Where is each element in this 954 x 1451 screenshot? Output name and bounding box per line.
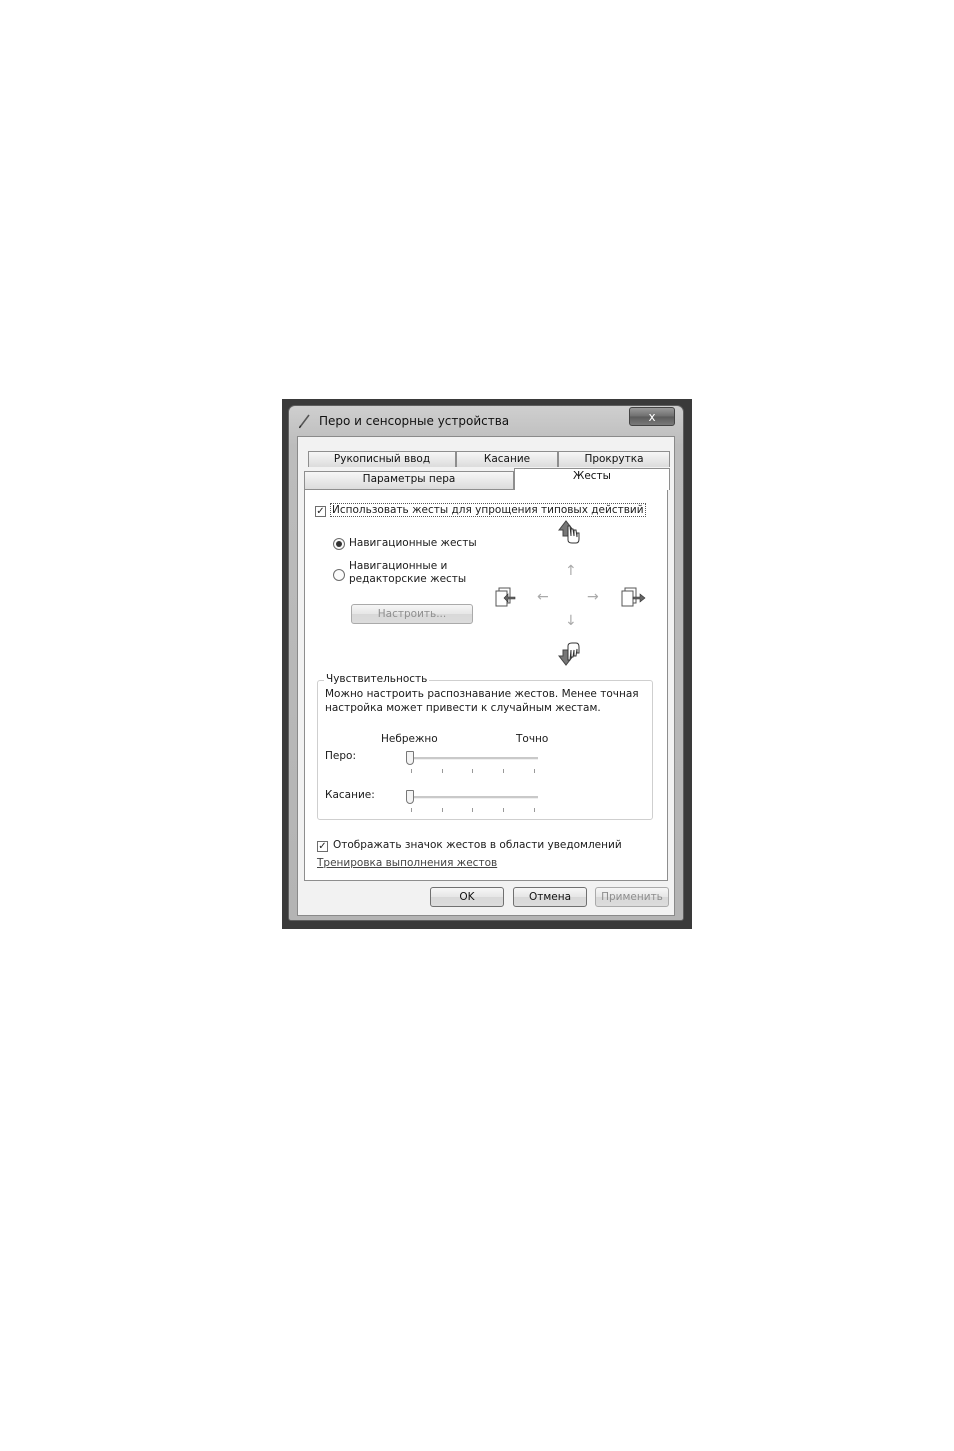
pen-slider-tick: [472, 769, 473, 773]
pen-icon: [298, 414, 310, 429]
hand-down-icon: [557, 642, 580, 666]
touch-slider-thumb[interactable]: [406, 790, 414, 804]
tab-touch[interactable]: Касание: [456, 451, 558, 467]
show-gesture-icon-label[interactable]: Отображать значок жестов в области уведо…: [333, 839, 622, 851]
gesture-illustration: ↑ ← → ↓: [495, 510, 655, 670]
tab-gestures[interactable]: Жесты: [514, 468, 670, 490]
arrow-left-icon: ←: [537, 589, 549, 605]
pen-slider-label: Перо:: [325, 750, 356, 762]
touch-slider-tick: [503, 808, 504, 812]
gesture-training-link[interactable]: Тренировка выполнения жестов: [317, 857, 497, 869]
radio-navigation-label[interactable]: Навигационные жесты: [349, 537, 477, 549]
sensitivity-description-line1: Можно настроить распознавание жестов. Ме…: [325, 688, 639, 700]
touch-slider-tick: [534, 808, 535, 812]
close-button[interactable]: x: [629, 407, 675, 426]
radio-navigation-editing-label-line2[interactable]: редакторские жесты: [349, 573, 466, 585]
scale-label-precise: Точно: [516, 733, 549, 745]
gestures-panel: ✓ Использовать жесты для упрощения типов…: [304, 489, 668, 881]
touch-slider-tick: [411, 808, 412, 812]
pen-slider-tick: [534, 769, 535, 773]
cancel-button[interactable]: Отмена: [513, 887, 587, 907]
radio-navigation-gestures[interactable]: [333, 538, 345, 550]
use-gestures-checkbox[interactable]: ✓: [315, 506, 326, 517]
pen-slider-track[interactable]: [408, 757, 538, 760]
sensitivity-title: Чувствительность: [324, 673, 430, 685]
touch-slider-label: Касание:: [325, 789, 375, 801]
apply-button[interactable]: Применить: [595, 887, 669, 907]
show-gesture-icon-checkbox[interactable]: ✓: [317, 841, 328, 852]
pen-slider-tick: [411, 769, 412, 773]
tab-pen-options[interactable]: Параметры пера: [304, 471, 514, 489]
scale-label-careless: Небрежно: [381, 733, 438, 745]
radio-navigation-editing-label-line1[interactable]: Навигационные и: [349, 560, 447, 572]
touch-slider-tick: [472, 808, 473, 812]
pen-slider-tick: [503, 769, 504, 773]
tab-scroll[interactable]: Прокрутка: [558, 451, 670, 467]
sensitivity-description-line2: настройка может привести к случайным жес…: [325, 702, 601, 714]
screenshot-frame: Перо и сенсорные устройства x Рукописный…: [282, 399, 692, 929]
page-back-icon: [495, 587, 516, 607]
tab-handwriting[interactable]: Рукописный ввод: [308, 451, 456, 467]
arrow-down-icon: ↓: [565, 613, 577, 629]
page-forward-icon: [621, 587, 646, 607]
customize-button[interactable]: Настроить...: [351, 604, 473, 624]
touch-slider-track[interactable]: [408, 796, 538, 799]
arrow-right-icon: →: [587, 589, 599, 605]
radio-navigation-editing-gestures[interactable]: [333, 569, 345, 581]
radio-selected-dot: [336, 541, 342, 547]
pen-slider-thumb[interactable]: [406, 751, 414, 765]
dialog-window: Перо и сенсорные устройства x Рукописный…: [288, 405, 684, 921]
arrow-up-icon: ↑: [565, 563, 577, 579]
touch-slider-tick: [442, 808, 443, 812]
sensitivity-group: Чувствительность Можно настроить распозн…: [317, 673, 653, 820]
dialog-client-area: Рукописный ввод Касание Прокрутка Параме…: [297, 436, 675, 916]
window-title: Перо и сенсорные устройства: [319, 414, 510, 428]
pen-slider-tick: [442, 769, 443, 773]
title-bar[interactable]: Перо и сенсорные устройства x: [289, 406, 683, 436]
hand-up-icon: [557, 520, 580, 544]
ok-button[interactable]: OK: [430, 887, 504, 907]
